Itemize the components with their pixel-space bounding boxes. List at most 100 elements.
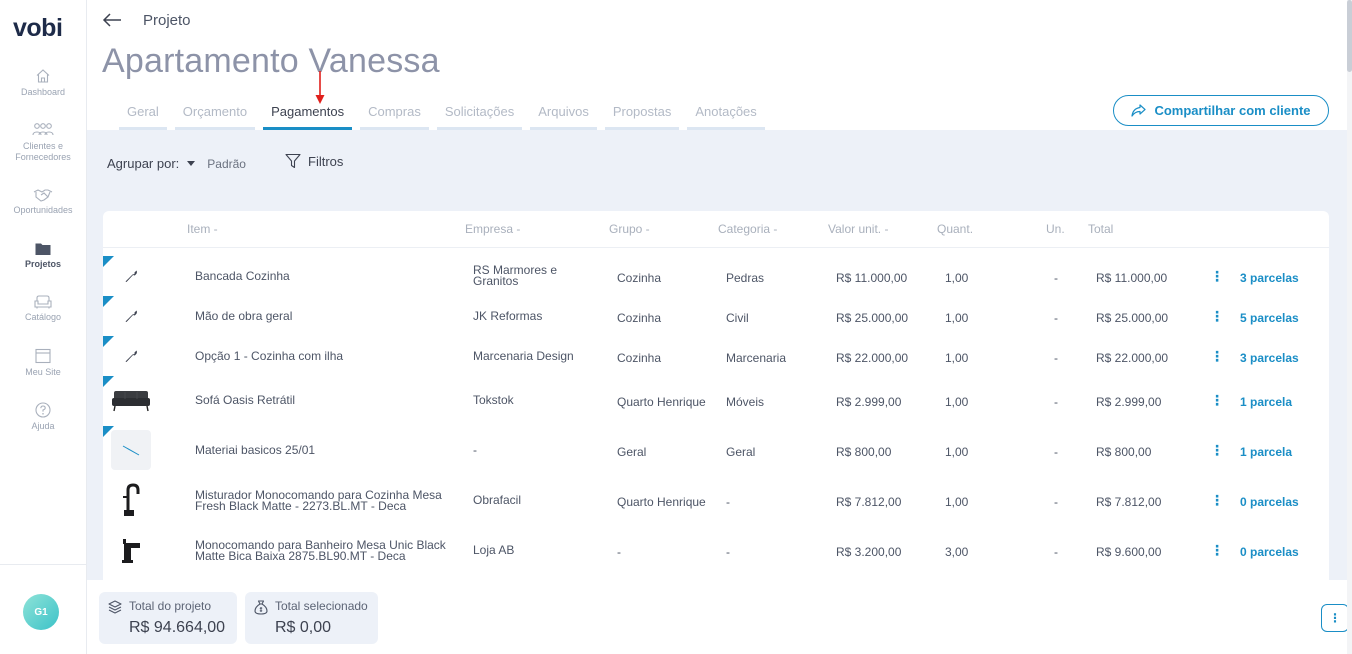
row-installments-link[interactable]: 5 parcelas — [1240, 311, 1299, 325]
row-group: Cozinha — [617, 311, 662, 325]
help-icon — [35, 402, 51, 418]
column-header-company[interactable]: Empresa - — [465, 222, 520, 236]
table-row[interactable]: Misturador Monocomando para Cozinha Mesa… — [103, 476, 1329, 526]
avatar[interactable]: G1 — [23, 594, 59, 630]
row-thumbnail — [111, 256, 151, 296]
group-by-value: Padrão — [207, 156, 246, 171]
row-menu-button[interactable]: ⋮ — [1210, 392, 1224, 409]
row-menu-button[interactable]: ⋮ — [1210, 442, 1224, 459]
row-category: - — [726, 545, 730, 559]
tab-orcamento[interactable]: Orçamento — [174, 102, 256, 130]
row-installments-link[interactable]: 1 parcela — [1240, 395, 1292, 409]
row-group: - — [617, 545, 621, 559]
group-by-select[interactable]: Agrupar por: Padrão — [107, 156, 246, 171]
row-installments-link[interactable]: 0 parcelas — [1240, 545, 1299, 559]
sidebar-item-projetos[interactable]: Projetos — [0, 242, 86, 270]
row-company: Marcenaria Design — [473, 349, 574, 363]
users-icon — [32, 123, 54, 136]
row-installments-link[interactable]: 3 parcelas — [1240, 351, 1299, 365]
tab-propostas[interactable]: Propostas — [604, 102, 680, 130]
sidebar-item-clientes[interactable]: Clientes e Fornecedores — [0, 122, 86, 163]
row-unit: - — [1054, 445, 1058, 459]
row-installments-link[interactable]: 0 parcelas — [1240, 495, 1299, 509]
row-quantity: 1,00 — [945, 271, 969, 285]
sidebar-item-label: Catálogo — [24, 312, 62, 322]
row-unit: - — [1054, 495, 1058, 509]
sidebar-item-catalogo[interactable]: Catálogo — [0, 295, 86, 323]
row-unit: - — [1054, 395, 1058, 409]
row-total: R$ 2.999,00 — [1096, 395, 1162, 409]
table-row[interactable]: Monocomando para Banheiro Mesa Unic Blac… — [103, 526, 1329, 576]
row-menu-button[interactable]: ⋮ — [1210, 268, 1224, 285]
row-unit-value: R$ 3.200,00 — [836, 545, 902, 559]
table-row[interactable]: Opção 1 - Cozinha com ilha Marcenaria De… — [103, 336, 1329, 376]
row-category: Civil — [726, 311, 749, 325]
row-menu-button[interactable]: ⋮ — [1210, 308, 1224, 325]
row-total: R$ 800,00 — [1096, 445, 1152, 459]
row-unit: - — [1054, 351, 1058, 365]
row-company: JK Reformas — [473, 309, 543, 323]
tab-geral[interactable]: Geral — [119, 102, 167, 130]
tab-arquivos[interactable]: Arquivos — [530, 102, 597, 130]
wrench-icon — [125, 310, 137, 322]
row-quantity: 1,00 — [945, 445, 969, 459]
money-bag-icon — [254, 600, 268, 615]
row-unit: - — [1054, 311, 1058, 325]
sidebar-item-meu-site[interactable]: Meu Site — [0, 348, 86, 378]
column-header-item[interactable]: Item - — [187, 222, 218, 236]
tab-compras[interactable]: Compras — [360, 102, 429, 130]
row-total: R$ 9.600,00 — [1096, 545, 1162, 559]
selected-total-card: Total selecionado R$ 0,00 — [245, 592, 378, 644]
share-with-client-button[interactable]: Compartilhar com cliente — [1113, 95, 1329, 126]
row-total: R$ 22.000,00 — [1096, 351, 1169, 365]
row-installments-link[interactable]: 3 parcelas — [1240, 271, 1299, 285]
column-header-category[interactable]: Categoria - — [718, 222, 777, 236]
row-quantity: 1,00 — [945, 311, 969, 325]
faucet-image — [123, 483, 140, 516]
wrench-icon — [125, 270, 137, 282]
tab-pagamentos[interactable]: Pagamentos — [263, 102, 353, 130]
sidebar-item-label: Meu Site — [25, 367, 61, 377]
sidebar-item-ajuda[interactable]: Ajuda — [0, 402, 86, 432]
row-menu-button[interactable]: ⋮ — [1210, 542, 1224, 559]
page-scrollbar[interactable] — [1347, 0, 1352, 654]
table-row[interactable]: Materiai basicos 25/01 - Geral Geral R$ … — [103, 426, 1329, 476]
row-menu-button[interactable]: ⋮ — [1210, 492, 1224, 509]
row-item: Mão de obra geral — [195, 309, 293, 323]
table-row[interactable]: Sofá Oasis Retrátil Tokstok Quarto Henri… — [103, 376, 1329, 426]
table-row[interactable]: Bancada Cozinha RS Marmores e Granitos C… — [103, 256, 1329, 296]
home-icon — [36, 69, 50, 83]
selected-total-label: Total selecionado — [275, 599, 368, 613]
project-total-card: Total do projeto R$ 94.664,00 — [99, 592, 237, 644]
page-scrollbar-thumb[interactable] — [1347, 0, 1352, 72]
tab-anotacoes[interactable]: Anotações — [687, 102, 765, 130]
row-unit-value: R$ 22.000,00 — [836, 351, 909, 365]
table-row[interactable]: Mão de obra geral JK Reformas Cozinha Ci… — [103, 296, 1329, 336]
wrench-icon — [125, 350, 137, 362]
filters-button[interactable]: Filtros — [285, 153, 343, 169]
row-item: Monocomando para Banheiro Mesa Unic Blac… — [195, 538, 446, 563]
totals-footer: Total do projeto R$ 94.664,00 Total sele… — [87, 580, 1352, 654]
vobi-logo[interactable]: vobi — [13, 14, 63, 43]
more-options-button[interactable]: ⋮ — [1321, 604, 1349, 632]
column-header-unit-value[interactable]: Valor unit. - — [828, 222, 888, 236]
tab-solicitacoes[interactable]: Solicitações — [436, 102, 523, 130]
row-company: Loja AB — [473, 543, 515, 557]
back-arrow-icon[interactable] — [101, 11, 123, 29]
row-total: R$ 25.000,00 — [1096, 311, 1169, 325]
tab-bar: Geral Orçamento Pagamentos Compras Solic… — [119, 102, 765, 130]
folder-icon — [35, 243, 51, 255]
sidebar-item-dashboard[interactable]: Dashboard — [0, 68, 86, 98]
sofa-image — [112, 391, 150, 412]
column-header-unit: Un. — [1046, 222, 1065, 236]
row-item: Opção 1 - Cozinha com ilha — [195, 349, 344, 363]
row-thumbnail — [111, 296, 151, 336]
column-header-group[interactable]: Grupo - — [609, 222, 650, 236]
row-category: Pedras — [726, 271, 765, 285]
sidebar-item-oportunidades[interactable]: Oportunidades — [0, 188, 86, 216]
row-unit-value: R$ 25.000,00 — [836, 311, 909, 325]
row-menu-button[interactable]: ⋮ — [1210, 348, 1224, 365]
row-installments-link[interactable]: 1 parcela — [1240, 445, 1292, 459]
row-company: Tokstok — [473, 393, 514, 407]
breadcrumb[interactable]: Projeto — [143, 12, 191, 29]
